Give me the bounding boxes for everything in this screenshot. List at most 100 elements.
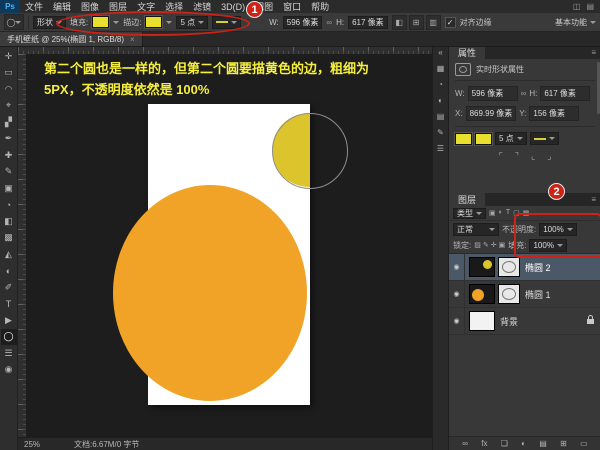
orange-ellipse-shape[interactable] [113, 185, 307, 401]
color-panel-icon[interactable]: ▦ [437, 65, 445, 73]
y-field[interactable]: 156 像素 [529, 106, 579, 121]
layer-effects-icon[interactable]: fx [481, 439, 487, 448]
filter-type-icon[interactable]: T [506, 209, 510, 217]
menu-item-3d[interactable]: 3D(D) [216, 2, 250, 12]
layer-thumbnail[interactable] [469, 311, 495, 331]
path-selection-tool[interactable]: ▶ [1, 312, 17, 329]
brush-panel-icon[interactable]: ✎ [437, 129, 444, 137]
lock-transparency-icon[interactable]: ▨ [474, 241, 481, 249]
marquee-tool[interactable]: ▭ [1, 65, 17, 82]
filter-shape-icon[interactable]: ▢ [513, 209, 520, 217]
history-panel-icon[interactable]: ◔ [438, 81, 443, 89]
eraser-tool[interactable]: ◧ [1, 213, 17, 230]
link-dimensions-icon[interactable]: ∞ [521, 89, 527, 98]
blur-tool[interactable]: ◭ [1, 246, 17, 263]
close-icon[interactable]: × [130, 35, 135, 44]
path-align-icon[interactable]: ⊞ [409, 15, 424, 30]
layer-row-ellipse2[interactable]: ◉ 椭圆 2 [449, 254, 600, 281]
fill-opacity-field[interactable]: 100% [529, 239, 566, 252]
fill-color-swatch[interactable] [92, 16, 109, 28]
filter-type-select[interactable]: 类型 [453, 208, 486, 219]
layer-thumbnail[interactable] [469, 257, 495, 277]
corner-radius-tr-icon[interactable]: ⌝ [515, 151, 519, 162]
ellipse-path-outline[interactable] [272, 113, 348, 189]
visibility-toggle[interactable]: ◉ [449, 308, 465, 334]
menu-item-select[interactable]: 选择 [160, 0, 188, 13]
layer-name[interactable]: 椭圆 1 [525, 288, 551, 301]
corner-radius-tl-icon[interactable]: ⌜ [499, 151, 503, 162]
tool-preset-picker[interactable]: ◯ [4, 14, 24, 30]
visibility-toggle[interactable]: ◉ [449, 281, 465, 307]
stroke-type-select[interactable] [212, 16, 241, 29]
corner-radius-bl-icon[interactable]: ⌞ [531, 151, 535, 162]
crop-tool[interactable]: ▞ [1, 114, 17, 131]
zoom-level-field[interactable]: 25% [24, 440, 40, 449]
vector-mask-thumbnail[interactable] [498, 257, 520, 277]
document-viewport[interactable]: 第二个圆也是一样的，但第二个圆要描黄色的边，粗细为 5PX，不透明度依然是 10… [26, 54, 432, 437]
panel-menu-icon[interactable]: ≡ [591, 48, 600, 57]
dodge-tool[interactable]: ◐ [1, 263, 17, 280]
gradient-tool[interactable]: ▩ [1, 230, 17, 247]
move-tool[interactable]: ✛ [1, 48, 17, 65]
character-panel-icon[interactable]: ☰ [437, 145, 444, 153]
quick-selection-tool[interactable]: ⌖ [1, 98, 17, 115]
layer-name[interactable]: 背景 [500, 315, 518, 328]
tab-layers[interactable]: 图层 [449, 193, 485, 206]
menu-item-type[interactable]: 文字 [132, 0, 160, 13]
add-mask-icon[interactable]: ❏ [501, 439, 508, 448]
type-tool[interactable]: T [1, 296, 17, 313]
tool-mode-select[interactable]: 形状 [33, 16, 66, 29]
lock-position-icon[interactable]: ✛ [491, 241, 497, 249]
visibility-toggle[interactable]: ◉ [449, 254, 465, 280]
chevron-down-icon[interactable] [166, 21, 172, 24]
filter-smart-object-icon[interactable]: ▦ [523, 209, 530, 217]
styles-panel-icon[interactable]: ▤ [437, 113, 445, 121]
lasso-tool[interactable]: ◠ [1, 81, 17, 98]
corner-radius-br-icon[interactable]: ⌟ [547, 151, 551, 162]
eyedropper-tool[interactable]: ✒ [1, 131, 17, 148]
layer-row-ellipse1[interactable]: ◉ 椭圆 1 [449, 281, 600, 308]
stroke-color-swatch[interactable] [475, 133, 492, 145]
opacity-field[interactable]: 100% [539, 223, 576, 236]
lock-all-icon[interactable]: ▣ [499, 241, 506, 249]
shape-width-field[interactable]: 596 像素 [283, 16, 323, 29]
clone-stamp-tool[interactable]: ▣ [1, 180, 17, 197]
stroke-width-select[interactable]: 5 点 [495, 132, 527, 145]
width-field[interactable]: 596 像素 [468, 86, 518, 101]
arrange-documents-icon[interactable]: ◫ [573, 2, 581, 11]
new-group-icon[interactable]: ▤ [539, 439, 547, 448]
vector-mask-thumbnail[interactable] [498, 284, 520, 304]
menu-item-edit[interactable]: 编辑 [48, 0, 76, 13]
chevron-down-icon[interactable] [113, 21, 119, 24]
workspace-switcher[interactable]: 基本功能 [555, 17, 596, 28]
layer-thumbnail[interactable] [469, 284, 495, 304]
brush-tool[interactable]: ✎ [1, 164, 17, 181]
hand-tool[interactable]: ☰ [1, 345, 17, 362]
menu-item-layer[interactable]: 图层 [104, 0, 132, 13]
link-layers-icon[interactable]: ∞ [462, 439, 468, 448]
stroke-type-select[interactable] [530, 132, 559, 145]
lock-pixels-icon[interactable]: ✎ [483, 241, 489, 249]
screen-mode-icon[interactable]: ▤ [586, 2, 594, 11]
layer-row-background[interactable]: ◉ 背景 [449, 308, 600, 335]
stroke-width-select[interactable]: 5 点 [176, 16, 208, 29]
panel-menu-icon[interactable]: ≡ [591, 195, 600, 204]
zoom-tool[interactable]: ◉ [1, 362, 17, 379]
x-field[interactable]: 869.99 像素 [466, 106, 517, 121]
healing-brush-tool[interactable]: ✚ [1, 147, 17, 164]
history-brush-tool[interactable]: ◔ [1, 197, 17, 214]
menu-item-filter[interactable]: 滤镜 [188, 0, 216, 13]
adjustments-panel-icon[interactable]: ◐ [438, 97, 443, 105]
delete-layer-icon[interactable]: ▭ [580, 439, 588, 448]
link-dimensions-icon[interactable]: ∞ [326, 18, 332, 27]
blend-mode-select[interactable]: 正常 [453, 223, 499, 236]
shape-height-field[interactable]: 617 像素 [348, 16, 388, 29]
fill-color-swatch[interactable] [455, 133, 472, 145]
path-operations-icon[interactable]: ◧ [392, 15, 407, 30]
menu-item-help[interactable]: 帮助 [306, 0, 334, 13]
menu-item-file[interactable]: 文件 [20, 0, 48, 13]
layer-name[interactable]: 椭圆 2 [525, 261, 551, 274]
new-layer-icon[interactable]: ⊞ [560, 439, 567, 448]
pen-tool[interactable]: ✐ [1, 279, 17, 296]
filter-pixel-icon[interactable]: ▣ [489, 209, 496, 217]
